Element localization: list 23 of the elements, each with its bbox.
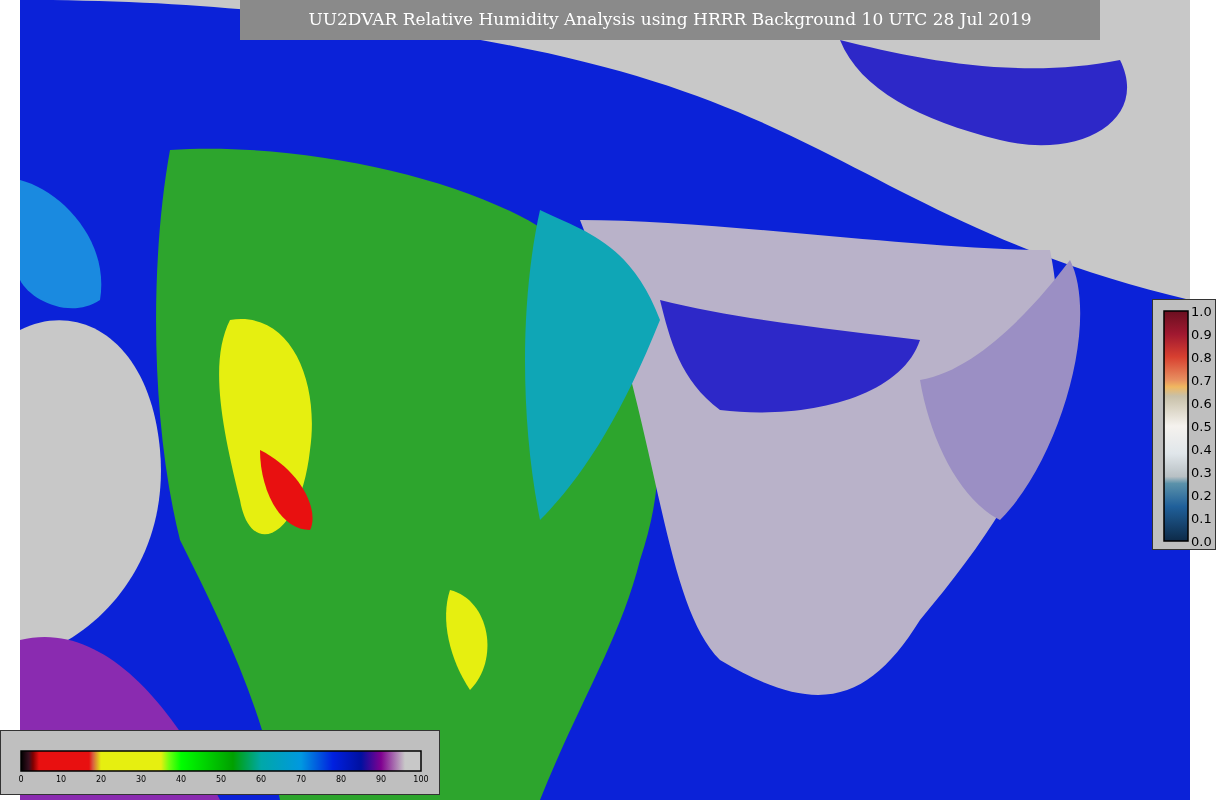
colorbar-tick-label: 100 bbox=[412, 774, 430, 786]
colorbar-tick-label: 0.1 bbox=[1191, 510, 1212, 528]
colorbar-tick-label: 80 bbox=[334, 774, 348, 786]
colorbar-tick-label: 0.2 bbox=[1191, 487, 1212, 505]
colorbar-tick-label: 20 bbox=[94, 774, 108, 786]
colorbar-tick-label: 1.0 bbox=[1191, 303, 1212, 321]
map-title: UU2DVAR Relative Humidity Analysis using HRRR Background 10 UTC 28 Jul 2019 bbox=[308, 8, 1032, 32]
colorbar-tick-label: 10 bbox=[54, 774, 68, 786]
colorbar-tick-label: 40 bbox=[174, 774, 188, 786]
colorbar-tick-label: 0.8 bbox=[1191, 349, 1212, 367]
colorbar-tick-label: 90 bbox=[374, 774, 388, 786]
colorbar-tick-label: 0.0 bbox=[1191, 533, 1212, 551]
colorbar-tick-label: 0.6 bbox=[1191, 395, 1212, 413]
colorbar-tick-label: 0.3 bbox=[1191, 464, 1212, 482]
colorbar-tick-label: 50 bbox=[214, 774, 228, 786]
colorbar-tick-label: 70 bbox=[294, 774, 308, 786]
colorbar-tick-label: 0.5 bbox=[1191, 418, 1212, 436]
colorbar-tick-label: 0.4 bbox=[1191, 441, 1212, 459]
colorbar-tick-label: 0.9 bbox=[1191, 326, 1212, 344]
colorbar-tick-label: 0.7 bbox=[1191, 372, 1212, 390]
colorbar-tick-label: 0 bbox=[17, 774, 25, 786]
colorbar-tick-label: 30 bbox=[134, 774, 148, 786]
colorbar-tick-label: 60 bbox=[254, 774, 268, 786]
